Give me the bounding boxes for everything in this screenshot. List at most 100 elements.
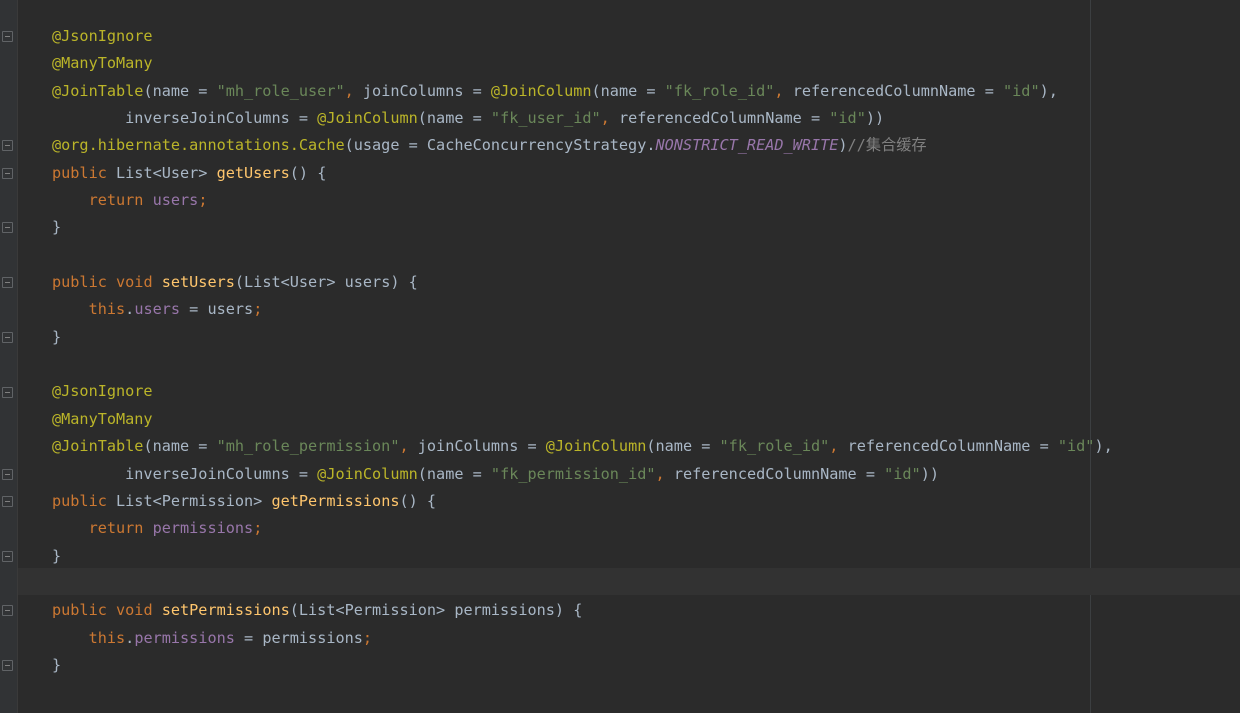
code-token: @JoinTable bbox=[52, 437, 144, 456]
code-line[interactable]: this.permissions = permissions; bbox=[52, 625, 1232, 652]
code-token: public bbox=[52, 601, 117, 620]
code-token: getPermissions bbox=[271, 491, 400, 510]
code-token: (name = bbox=[646, 437, 720, 456]
fold-toggle-icon[interactable] bbox=[2, 140, 13, 152]
code-token: //集合缓存 bbox=[847, 136, 927, 155]
code-token: ; bbox=[362, 628, 373, 647]
fold-toggle-icon[interactable] bbox=[2, 222, 13, 234]
editor-gutter[interactable] bbox=[0, 0, 18, 713]
code-token: permissions bbox=[152, 519, 254, 538]
code-token: @JoinTable bbox=[52, 81, 144, 100]
code-editor[interactable]: @JsonIgnore @ManyToMany @JoinTable(name = … bbox=[0, 0, 1240, 713]
code-line[interactable]: } bbox=[52, 652, 1232, 679]
code-token: return bbox=[88, 191, 153, 210]
code-line[interactable]: @JsonIgnore bbox=[52, 23, 1232, 50]
code-token: @JsonIgnore bbox=[52, 27, 153, 45]
code-line[interactable] bbox=[52, 242, 1232, 269]
code-token: void bbox=[116, 273, 162, 292]
code-token: . bbox=[125, 628, 135, 647]
fold-toggle-icon[interactable] bbox=[2, 331, 13, 343]
code-token: referencedColumnName = bbox=[847, 437, 1058, 456]
code-token: "fk_role_id" bbox=[719, 437, 830, 456]
code-line[interactable]: @JoinTable(name = "mh_role_user", joinCo… bbox=[52, 78, 1232, 105]
code-token: setPermissions bbox=[161, 601, 290, 620]
fold-toggle-icon[interactable] bbox=[2, 660, 13, 672]
code-token: (name = bbox=[591, 81, 665, 100]
code-token: List<Permission> bbox=[116, 491, 272, 510]
code-token: ) bbox=[838, 136, 848, 155]
code-token: "mh_role_user" bbox=[216, 81, 345, 100]
code-token: "id" bbox=[1003, 81, 1040, 100]
code-token: . bbox=[125, 300, 135, 319]
code-line[interactable]: inverseJoinColumns = @JoinColumn(name = … bbox=[52, 461, 1232, 488]
fold-toggle-icon[interactable] bbox=[2, 495, 13, 507]
code-token: "mh_role_permission" bbox=[216, 437, 400, 456]
code-token: (name = bbox=[143, 81, 217, 100]
code-line[interactable]: } bbox=[52, 214, 1232, 241]
code-token: ; bbox=[253, 519, 263, 538]
code-line[interactable] bbox=[52, 351, 1232, 378]
code-line[interactable]: inverseJoinColumns = @JoinColumn(name = … bbox=[52, 105, 1232, 132]
code-token: (name = bbox=[417, 109, 491, 128]
code-line[interactable]: return users; bbox=[52, 187, 1232, 214]
code-token: return bbox=[88, 519, 153, 538]
fold-toggle-icon[interactable] bbox=[2, 31, 13, 42]
code-line[interactable]: @ManyToMany bbox=[52, 406, 1232, 433]
fold-toggle-icon[interactable] bbox=[2, 605, 13, 617]
code-line[interactable]: return permissions; bbox=[52, 515, 1232, 542]
fold-toggle-icon[interactable] bbox=[2, 386, 13, 398]
code-token: } bbox=[52, 327, 62, 346]
code-line[interactable]: @ManyToMany bbox=[52, 50, 1232, 77]
fold-toggle-icon[interactable] bbox=[2, 167, 13, 179]
code-token: )) bbox=[865, 109, 885, 128]
code-token: ; bbox=[253, 300, 263, 319]
code-token: inverseJoinColumns = bbox=[52, 109, 318, 128]
code-token: , bbox=[600, 109, 619, 128]
code-token: ), bbox=[1094, 437, 1113, 456]
code-area[interactable]: @JsonIgnore @ManyToMany @JoinTable(name = … bbox=[52, 23, 1232, 679]
code-token: joinColumns = bbox=[417, 437, 546, 456]
code-token: permissions bbox=[134, 628, 235, 647]
code-token: inverseJoinColumns = bbox=[52, 464, 318, 483]
code-line[interactable] bbox=[52, 570, 1232, 597]
code-line[interactable]: public void setUsers(List<User> users) { bbox=[52, 269, 1232, 296]
code-line[interactable]: @org.hibernate.annotations.Cache(usage =… bbox=[52, 132, 1232, 159]
code-token: , bbox=[774, 81, 793, 100]
fold-toggle-icon[interactable] bbox=[2, 550, 13, 562]
code-token: void bbox=[116, 601, 162, 620]
code-line[interactable]: public List<User> getUsers() { bbox=[52, 160, 1232, 187]
code-token: = users bbox=[180, 300, 254, 319]
code-line[interactable]: public List<Permission> getPermissions()… bbox=[52, 488, 1232, 515]
code-token: @JoinColumn bbox=[317, 109, 418, 128]
code-token: (List<Permission> permissions) { bbox=[289, 601, 583, 620]
fold-toggle-icon[interactable] bbox=[2, 277, 13, 289]
code-line[interactable]: @JoinTable(name = "mh_role_permission", … bbox=[52, 433, 1232, 460]
code-token: (name = bbox=[143, 437, 217, 456]
code-token: @JoinColumn bbox=[545, 437, 647, 456]
code-line[interactable]: } bbox=[52, 543, 1232, 570]
code-token: @org.hibernate.annotations. bbox=[52, 136, 299, 155]
code-line[interactable]: } bbox=[52, 324, 1232, 351]
code-token: referencedColumnName = bbox=[673, 464, 885, 483]
code-token: users bbox=[134, 300, 181, 319]
code-line[interactable]: public void setPermissions(List<Permissi… bbox=[52, 597, 1232, 624]
code-token: setUsers bbox=[161, 273, 235, 292]
code-token: public bbox=[52, 163, 117, 182]
code-token: () { bbox=[289, 163, 327, 182]
code-token: } bbox=[52, 218, 62, 237]
code-token: users bbox=[152, 191, 199, 210]
code-token: (List<User> users) { bbox=[234, 273, 418, 292]
code-token: public bbox=[52, 273, 117, 292]
fold-toggle-icon[interactable] bbox=[2, 468, 13, 480]
code-token: ), bbox=[1039, 81, 1058, 100]
code-token: } bbox=[52, 546, 62, 565]
code-token: "fk_permission_id" bbox=[490, 464, 656, 483]
code-token: () { bbox=[399, 491, 437, 510]
code-line[interactable]: @JsonIgnore bbox=[52, 378, 1232, 405]
code-token: "id" bbox=[884, 464, 921, 483]
code-line[interactable]: this.users = users; bbox=[52, 296, 1232, 323]
code-token: "id" bbox=[1057, 437, 1095, 456]
